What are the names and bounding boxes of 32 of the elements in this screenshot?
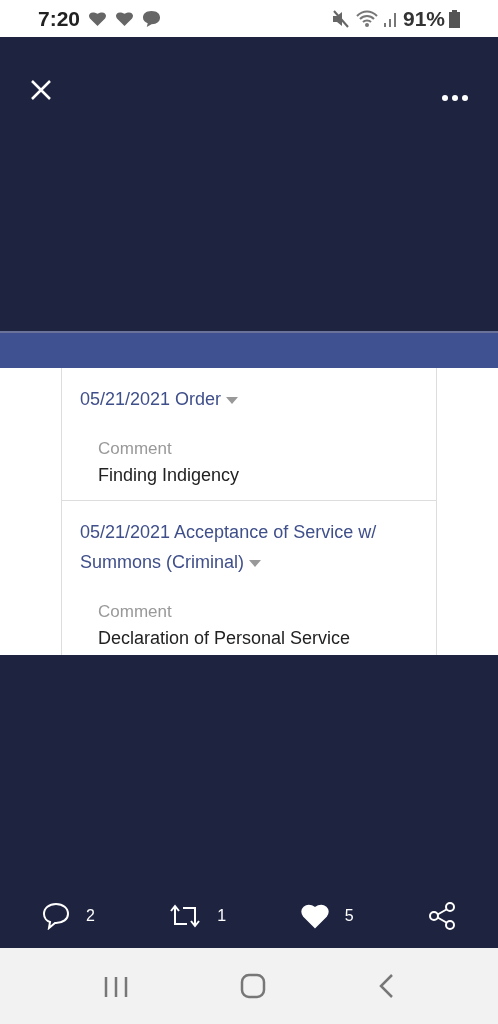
comment-text: Declaration of Personal Service xyxy=(98,627,352,650)
close-icon xyxy=(30,78,52,101)
like-button[interactable]: 5 xyxy=(300,903,354,929)
home-icon xyxy=(240,973,266,999)
reply-button[interactable]: 2 xyxy=(42,902,95,930)
more-icon xyxy=(442,94,468,101)
back-icon xyxy=(378,973,394,999)
share-button[interactable] xyxy=(428,902,456,930)
battery-percentage: 91% xyxy=(402,5,445,32)
entry-link[interactable]: 05/21/2021 Acceptance of Service w/ Summons (Criminal) xyxy=(80,517,418,577)
status-time: 7:20 xyxy=(38,5,81,32)
caret-icon xyxy=(226,396,239,404)
comment-label: Comment xyxy=(98,601,173,623)
entry-link[interactable]: 05/21/2021 Order xyxy=(80,384,418,414)
chat-icon xyxy=(142,9,162,28)
comment-text: Finding Indigency xyxy=(98,464,241,487)
wifi-icon xyxy=(354,9,379,28)
recent-apps-button[interactable] xyxy=(104,974,128,998)
share-icon xyxy=(428,902,456,930)
close-button[interactable] xyxy=(30,77,52,101)
battery-icon xyxy=(449,9,460,28)
retweet-button[interactable]: 1 xyxy=(169,903,227,929)
comment-icon xyxy=(42,902,70,930)
heart-icon xyxy=(115,10,135,27)
comment-label: Comment xyxy=(98,438,173,460)
caret-icon xyxy=(249,559,262,567)
recent-apps-icon xyxy=(104,975,128,998)
home-button[interactable] xyxy=(240,973,266,999)
heart-icon xyxy=(88,10,108,27)
back-button[interactable] xyxy=(378,973,394,999)
retweet-icon xyxy=(169,903,202,929)
mute-icon xyxy=(330,9,351,28)
